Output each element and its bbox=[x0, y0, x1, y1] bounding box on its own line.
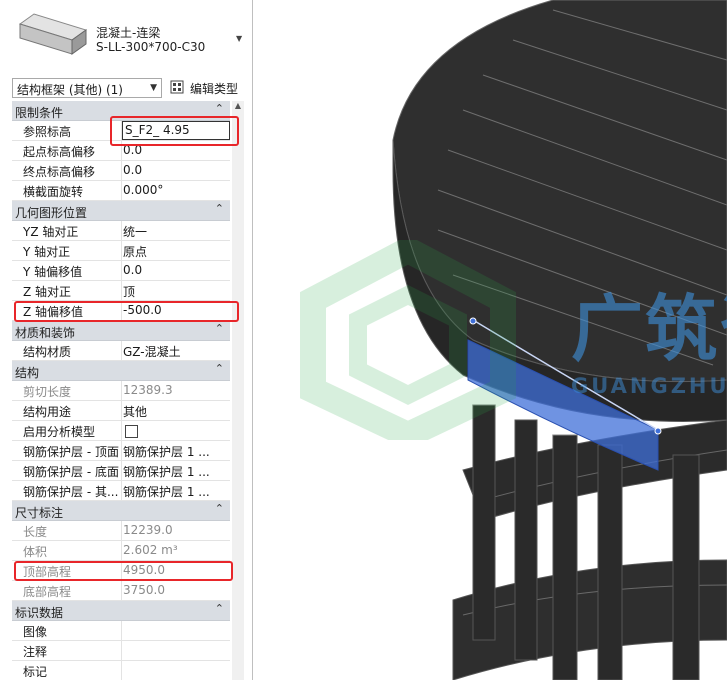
chevron-up-icon[interactable]: ⌃ bbox=[215, 602, 224, 615]
group-title: 几何图形位置 bbox=[15, 206, 88, 220]
watermark-english: GUANGZHU CONSULTATION bbox=[571, 374, 727, 398]
property-row[interactable]: 图像 bbox=[12, 621, 230, 641]
property-value[interactable]: 0.000° bbox=[123, 183, 229, 197]
property-row[interactable]: 钢筋保护层 - 顶面 钢筋保护层 1 ... bbox=[12, 441, 230, 461]
property-label: Z 轴对正 bbox=[23, 285, 72, 299]
3d-view-canvas[interactable]: 广筑咨询 GUANGZHU CONSULTATION bbox=[253, 0, 727, 680]
group-dimensions[interactable]: 尺寸标注 ⌃ bbox=[12, 501, 230, 521]
property-label: 注释 bbox=[23, 645, 48, 659]
property-row[interactable]: YZ 轴对正 统一 bbox=[12, 221, 230, 241]
property-label: 图像 bbox=[23, 625, 48, 639]
chevron-down-icon: ▼ bbox=[150, 83, 157, 93]
property-row: 体积 2.602 m³ bbox=[12, 541, 230, 561]
property-value[interactable]: 钢筋保护层 1 ... bbox=[123, 483, 229, 500]
group-title: 限制条件 bbox=[15, 106, 64, 120]
property-row[interactable]: 钢筋保护层 - 底面 钢筋保护层 1 ... bbox=[12, 461, 230, 481]
property-row: 剪切长度 12389.3 bbox=[12, 381, 230, 401]
property-row[interactable]: Y 轴对正 原点 bbox=[12, 241, 230, 261]
group-materials[interactable]: 材质和装饰 ⌃ bbox=[12, 321, 230, 341]
property-value[interactable]: 其他 bbox=[123, 403, 229, 420]
property-row: 底部高程 3750.0 bbox=[12, 581, 230, 601]
group-identity-data[interactable]: 标识数据 ⌃ bbox=[12, 601, 230, 621]
group-title: 标识数据 bbox=[15, 606, 64, 620]
property-label: 长度 bbox=[23, 525, 48, 539]
property-label: 钢筋保护层 - 底面 bbox=[23, 465, 119, 479]
property-label: Y 轴对正 bbox=[23, 245, 71, 259]
property-row[interactable]: 终点标高偏移 0.0 bbox=[12, 161, 230, 181]
property-label: 钢筋保护层 - 其... bbox=[23, 485, 119, 499]
property-row[interactable]: 横截面旋转 0.000° bbox=[12, 181, 230, 201]
property-label: Y 轴偏移值 bbox=[23, 265, 83, 279]
watermark-logo-icon bbox=[300, 240, 516, 440]
type-selector[interactable]: 混凝土-连梁 S-LL-300*700-C30 ▼ bbox=[10, 4, 248, 66]
property-label: 钢筋保护层 - 顶面 bbox=[23, 445, 119, 459]
property-value[interactable]: 原点 bbox=[123, 243, 229, 260]
property-label: 结构材质 bbox=[23, 345, 72, 359]
property-label: YZ 轴对正 bbox=[23, 225, 79, 239]
group-structural[interactable]: 结构 ⌃ bbox=[12, 361, 230, 381]
property-label: 体积 bbox=[23, 545, 48, 559]
property-label: 剪切长度 bbox=[23, 385, 72, 399]
highlight-reference-level bbox=[110, 116, 239, 146]
property-row: 长度 12239.0 bbox=[12, 521, 230, 541]
type-name-label: S-LL-300*700-C30 bbox=[96, 40, 206, 54]
property-row[interactable]: 钢筋保护层 - 其... 钢筋保护层 1 ... bbox=[12, 481, 230, 501]
property-label: 底部高程 bbox=[23, 585, 72, 599]
property-label: 启用分析模型 bbox=[23, 425, 96, 439]
instance-filter-value: 结构框架 (其他) (1) bbox=[17, 83, 123, 97]
property-row[interactable]: Z 轴对正 顶 bbox=[12, 281, 230, 301]
highlight-z-offset bbox=[14, 301, 239, 322]
property-label: 横截面旋转 bbox=[23, 185, 84, 199]
chevron-up-icon[interactable]: ⌃ bbox=[215, 322, 224, 335]
property-value[interactable]: 统一 bbox=[123, 223, 229, 240]
property-label: 起点标高偏移 bbox=[23, 145, 96, 159]
property-value: 2.602 m³ bbox=[123, 543, 178, 557]
edit-type-button[interactable]: 编辑类型 bbox=[168, 77, 242, 99]
property-value[interactable]: 钢筋保护层 1 ... bbox=[123, 463, 229, 480]
property-row[interactable]: 启用分析模型 bbox=[12, 421, 230, 441]
property-value[interactable]: 0.0 bbox=[123, 263, 229, 277]
chevron-up-icon[interactable]: ⌃ bbox=[215, 502, 224, 515]
property-value[interactable]: 钢筋保护层 1 ... bbox=[123, 443, 229, 460]
properties-palette: 混凝土-连梁 S-LL-300*700-C30 ▼ 结构框架 (其他) (1) … bbox=[0, 0, 253, 680]
property-value[interactable]: 0.0 bbox=[123, 163, 229, 177]
property-value: 3750.0 bbox=[123, 583, 165, 597]
chevron-up-icon[interactable]: ⌃ bbox=[215, 102, 224, 115]
property-row[interactable]: 标记 bbox=[12, 661, 230, 680]
property-value[interactable]: GZ-混凝土 bbox=[123, 343, 229, 360]
chevron-up-icon[interactable]: ⌃ bbox=[215, 362, 224, 375]
property-row[interactable]: 结构用途 其他 bbox=[12, 401, 230, 421]
group-geometric-position[interactable]: 几何图形位置 ⌃ bbox=[12, 201, 230, 221]
property-value: 12389.3 bbox=[123, 383, 173, 397]
property-value[interactable]: 顶 bbox=[123, 283, 229, 300]
property-row[interactable]: 注释 bbox=[12, 641, 230, 661]
instance-filter-dropdown[interactable]: 结构框架 (其他) (1) ▼ bbox=[12, 78, 162, 98]
property-grid: 限制条件 ⌃ 参照标高S_F2_ 4.95 起点标高偏移0.0 终点标高偏移0.… bbox=[12, 101, 230, 680]
scroll-up-arrow-icon[interactable]: ▲ bbox=[232, 101, 244, 113]
watermark-chinese: 广筑咨询 bbox=[571, 287, 727, 371]
property-label: 结构用途 bbox=[23, 405, 72, 419]
group-title: 材质和装饰 bbox=[15, 326, 76, 340]
property-label: 标记 bbox=[23, 665, 48, 679]
palette-scrollbar[interactable]: ▲ bbox=[232, 101, 244, 680]
edit-type-label: 编辑类型 bbox=[190, 82, 239, 96]
group-title: 尺寸标注 bbox=[15, 506, 64, 520]
property-label: 参照标高 bbox=[23, 125, 72, 139]
property-value: 12239.0 bbox=[123, 523, 173, 537]
property-row[interactable]: 结构材质 GZ-混凝土 bbox=[12, 341, 230, 361]
enable-analytical-checkbox[interactable] bbox=[125, 425, 138, 438]
edit-type-icon bbox=[170, 80, 184, 94]
group-title: 结构 bbox=[15, 366, 40, 380]
type-family-label: 混凝土-连梁 bbox=[96, 26, 161, 40]
chevron-up-icon[interactable]: ⌃ bbox=[215, 202, 224, 215]
property-row[interactable]: Y 轴偏移值 0.0 bbox=[12, 261, 230, 281]
highlight-top-elevation bbox=[14, 561, 233, 581]
chevron-down-icon[interactable]: ▼ bbox=[236, 34, 242, 43]
property-label: 终点标高偏移 bbox=[23, 165, 96, 179]
beam-thumbnail-icon bbox=[18, 13, 88, 55]
